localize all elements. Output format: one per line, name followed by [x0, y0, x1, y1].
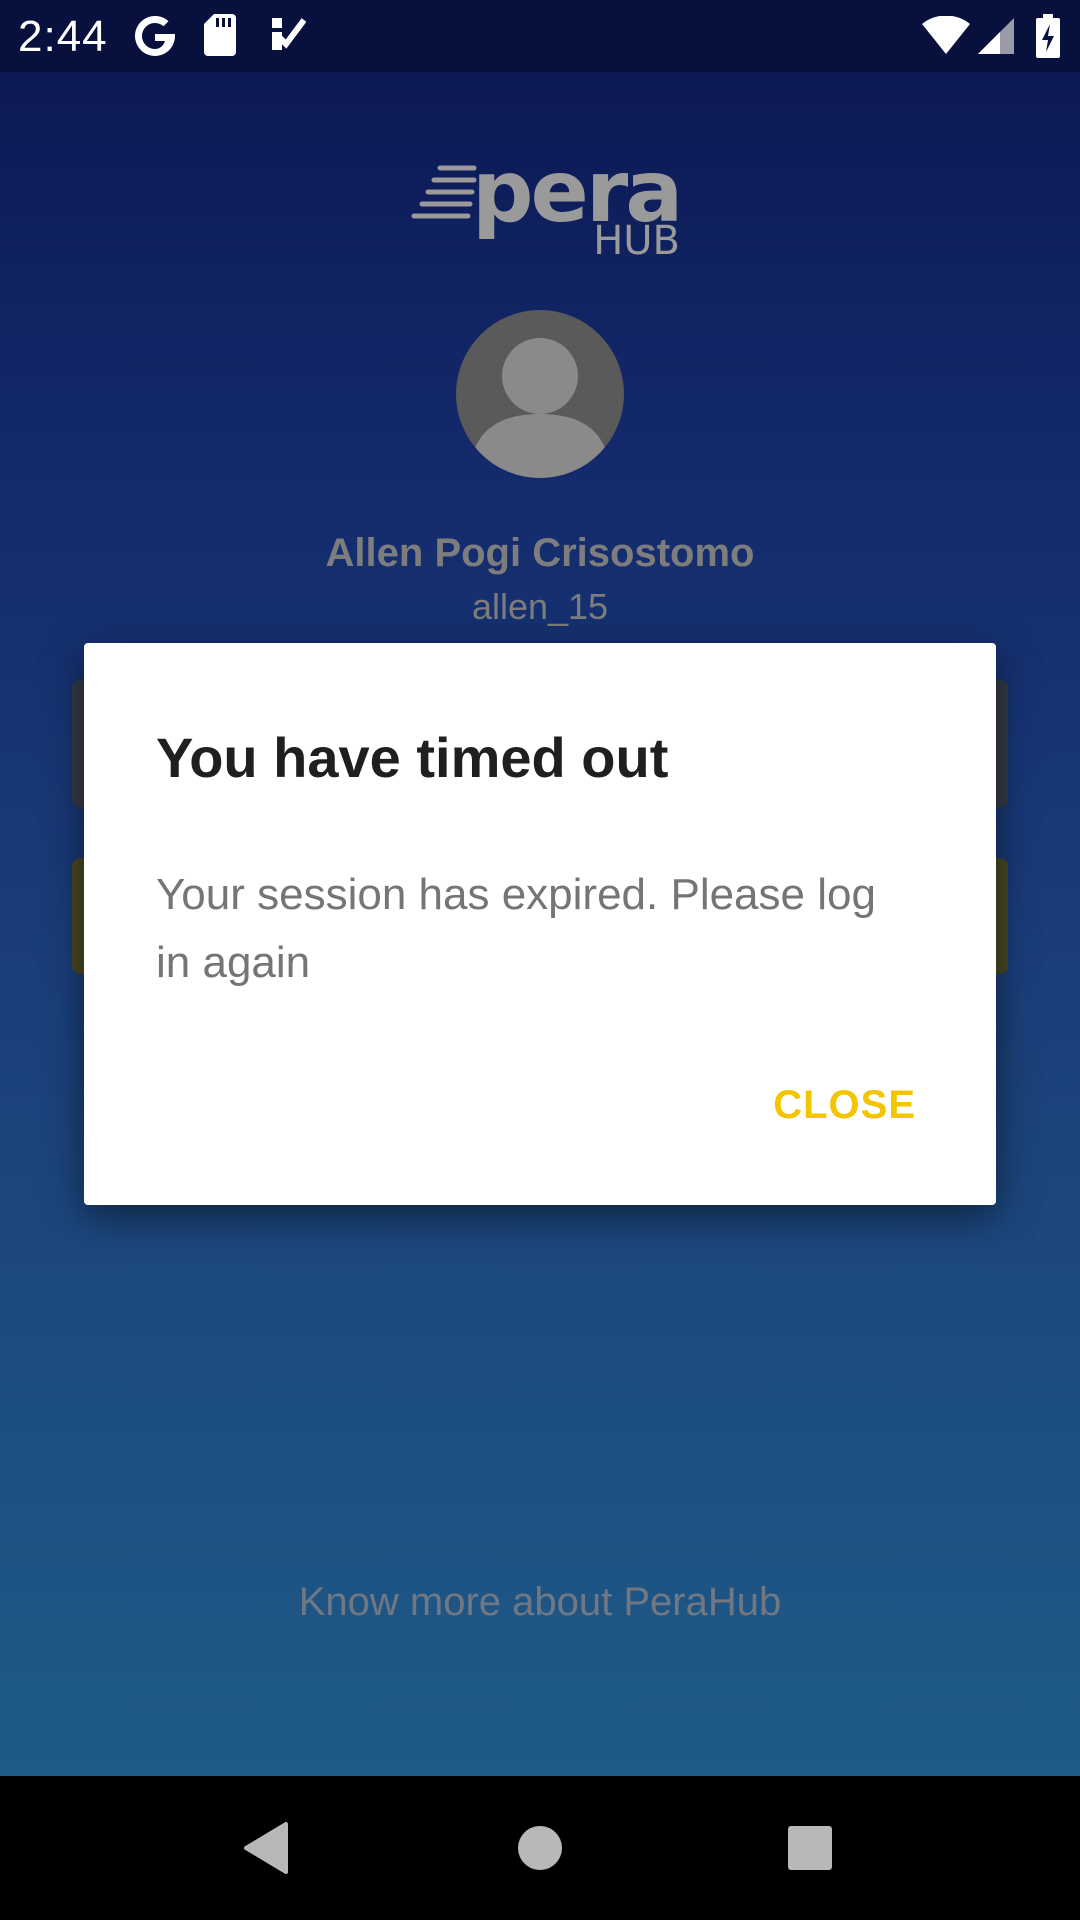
- timeout-dialog: You have timed out Your session has expi…: [84, 643, 996, 1205]
- dialog-title: You have timed out: [156, 726, 669, 789]
- back-button[interactable]: [188, 1776, 348, 1920]
- battery-charging-icon: [1036, 14, 1060, 63]
- recents-button[interactable]: [730, 1776, 890, 1920]
- recents-icon: [788, 1826, 832, 1870]
- sd-card-icon: [204, 14, 236, 61]
- navigation-bar: [0, 1776, 1080, 1920]
- signal-icon: [978, 18, 1014, 59]
- wifi-icon: [922, 15, 970, 59]
- status-time: 2:44: [18, 12, 108, 61]
- status-bar: 2:44: [0, 0, 1080, 72]
- login-screen: 2:44 pera HUB Allen Pogi Crisostomo alle…: [0, 0, 1080, 1776]
- close-button[interactable]: CLOSE: [773, 1083, 916, 1128]
- task-check-icon: [270, 14, 307, 59]
- home-button[interactable]: [460, 1776, 620, 1920]
- dialog-message: Your session has expired. Please log in …: [156, 870, 876, 987]
- home-icon: [518, 1826, 562, 1870]
- back-icon: [244, 1822, 288, 1874]
- google-icon: [134, 14, 176, 63]
